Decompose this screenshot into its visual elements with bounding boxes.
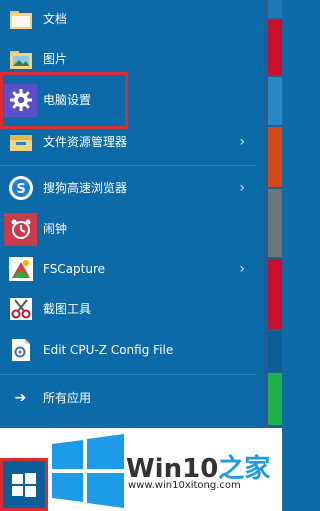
config-file-icon (4, 334, 37, 367)
menu-item-file-explorer[interactable]: 文件资源管理器 › (0, 124, 257, 160)
menu-item-label: 文件资源管理器 (43, 135, 128, 149)
menu-item-cpuz-config[interactable]: Edit CPU-Z Config File (0, 332, 257, 368)
tile[interactable] (268, 0, 282, 18)
tile[interactable] (268, 331, 282, 371)
fscapture-icon (4, 253, 37, 286)
tile[interactable] (268, 259, 282, 329)
watermark-url: www.win10xitong.com (128, 480, 241, 491)
menu-item-label: 截图工具 (43, 302, 92, 316)
tile[interactable] (268, 189, 282, 257)
arrow-right-icon: ➔ (14, 390, 27, 406)
tile[interactable] (268, 373, 282, 425)
menu-item-documents[interactable]: 文档 (0, 2, 257, 36)
file-explorer-icon (4, 126, 37, 159)
scissors-icon (4, 293, 37, 326)
tile[interactable] (268, 77, 282, 125)
menu-item-snipping-tool[interactable]: 截图工具 (0, 291, 257, 327)
separator (0, 374, 257, 375)
folder-icon (4, 3, 37, 36)
sogou-browser-icon: S (4, 172, 37, 205)
tile[interactable] (268, 127, 282, 187)
menu-item-label: Edit CPU-Z Config File (43, 343, 174, 357)
start-button[interactable] (0, 458, 48, 511)
menu-item-label: 图片 (43, 52, 68, 66)
menu-item-label: 闹钟 (43, 222, 68, 236)
chevron-right-icon[interactable]: › (239, 181, 245, 195)
tile[interactable] (268, 20, 282, 75)
all-apps-label: 所有应用 (43, 391, 92, 405)
menu-item-alarm-clock[interactable]: 闹钟 (0, 211, 257, 247)
highlight-box (0, 72, 128, 129)
menu-item-fscapture[interactable]: FSCapture › (0, 251, 257, 287)
svg-text:S: S (16, 182, 25, 197)
windows-start-icon (12, 472, 36, 497)
menu-item-label: 搜狗高速浏览器 (43, 181, 128, 195)
folder-icon (4, 43, 37, 76)
menu-item-label: FSCapture (43, 262, 106, 276)
all-apps-button[interactable]: ➔ 所有应用 (0, 380, 257, 416)
alarm-clock-icon (4, 212, 37, 246)
menu-item-label: 文档 (43, 12, 68, 26)
menu-item-pictures[interactable]: 图片 (0, 42, 257, 76)
chevron-right-icon[interactable]: › (239, 262, 245, 276)
separator (0, 165, 257, 166)
chevron-right-icon[interactable]: › (239, 135, 245, 149)
menu-item-sogou-browser[interactable]: S 搜狗高速浏览器 › (0, 170, 257, 206)
